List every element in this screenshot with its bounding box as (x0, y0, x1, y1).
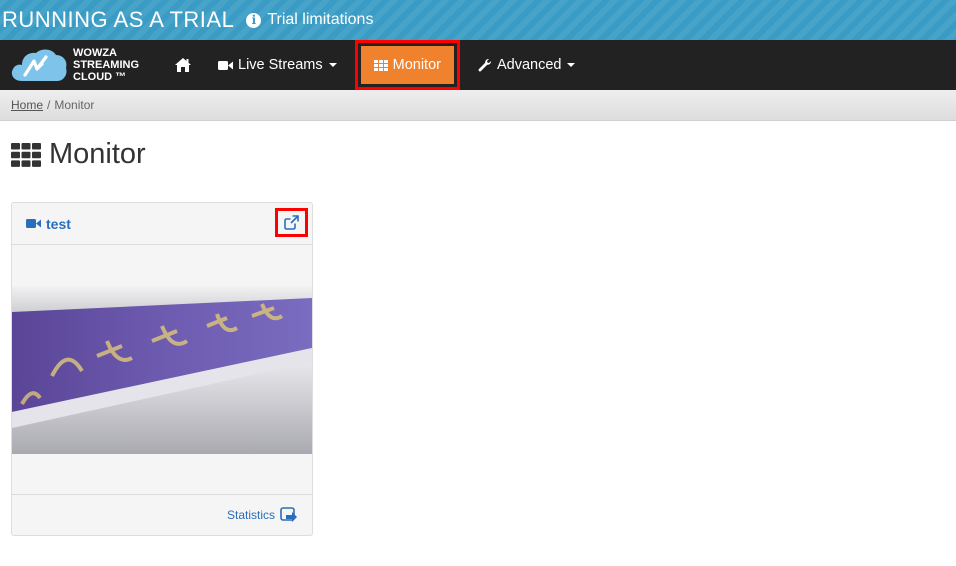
home-icon (175, 58, 191, 72)
external-link-icon (284, 215, 299, 230)
trial-banner: RUNNING AS A TRIAL i Trial limitations (0, 0, 956, 40)
breadcrumb-current: Monitor (54, 98, 95, 112)
video-camera-icon (26, 219, 41, 228)
stream-card: test Statistics (11, 202, 313, 536)
chevron-down-icon (567, 63, 576, 67)
nav-live-streams-label: Live Streams (238, 57, 323, 73)
stream-preview-area (12, 245, 312, 495)
info-icon: i (246, 12, 262, 28)
trial-limitations-link[interactable]: i Trial limitations (246, 11, 373, 29)
cloud-logo-icon (11, 49, 67, 81)
statistics-icon (280, 507, 297, 522)
nav-live-streams[interactable]: Live Streams (206, 40, 349, 90)
page-title: Monitor (11, 138, 146, 171)
stream-preview-thumbnail (12, 286, 312, 454)
nav-advanced-label: Advanced (496, 57, 562, 73)
nav-monitor-label: Monitor (392, 57, 441, 73)
page-title-text: Monitor (49, 138, 146, 170)
trial-title: RUNNING AS A TRIAL (2, 7, 235, 32)
open-external-button[interactable] (275, 208, 308, 237)
grid-icon (11, 142, 41, 167)
statistics-link[interactable]: Statistics (227, 507, 298, 523)
brand-logo[interactable]: WOWZA STREAMING CLOUD ™ (0, 47, 160, 83)
wrench-icon (478, 58, 492, 72)
stream-name: test (46, 215, 71, 232)
statistics-label: Statistics (226, 508, 275, 522)
brand-name: WOWZA STREAMING CLOUD ™ (73, 47, 139, 83)
breadcrumb-separator: / (47, 98, 51, 112)
stream-preview-image[interactable] (12, 286, 312, 454)
breadcrumb-home-link[interactable]: Home (11, 98, 43, 112)
breadcrumb: Home / Monitor (0, 90, 956, 121)
stream-name-link[interactable]: test (26, 216, 71, 232)
nav-home[interactable] (160, 40, 206, 90)
video-camera-icon (218, 60, 233, 71)
monitor-highlight-box: Monitor (354, 40, 460, 90)
trial-limitations-label: Trial limitations (267, 11, 374, 28)
grid-icon (373, 59, 388, 71)
chevron-down-icon (328, 63, 337, 67)
stream-card-header: test (12, 203, 312, 245)
stream-card-footer: Statistics (12, 495, 312, 535)
nav-advanced[interactable]: Advanced (466, 40, 588, 90)
main-navbar: WOWZA STREAMING CLOUD ™ Live Streams Mon… (0, 40, 956, 90)
nav-monitor[interactable]: Monitor (360, 46, 454, 84)
